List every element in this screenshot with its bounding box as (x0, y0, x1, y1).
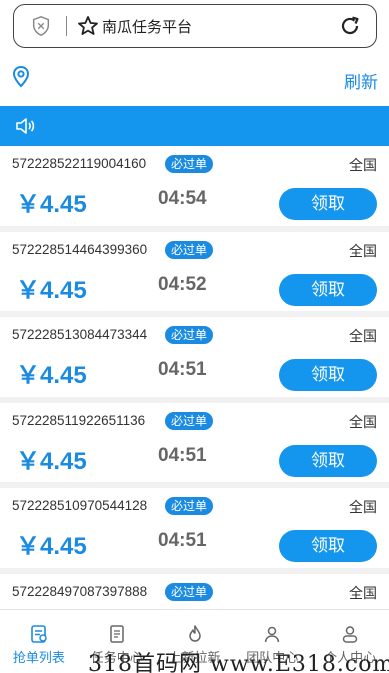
order-region: 全国 (349, 158, 377, 174)
site-watermark: 318首码网 www.E318.com (88, 652, 389, 673)
claim-button[interactable]: 领取 (279, 359, 377, 391)
announcement-bar[interactable] (0, 106, 389, 146)
address-separator (66, 16, 67, 36)
order-countdown: 04:51 (158, 530, 207, 551)
claim-button[interactable]: 领取 (279, 273, 377, 306)
order-list-icon (31, 625, 47, 643)
claim-button[interactable]: 领取 (279, 444, 377, 477)
must-pass-badge: 必过单 (165, 240, 214, 259)
user-icon (342, 626, 358, 643)
star-icon[interactable] (76, 14, 100, 38)
must-pass-badge: 必过单 (165, 497, 214, 515)
location-bar: 刷新 (0, 56, 389, 106)
order-region: 全国 (349, 585, 377, 602)
order-countdown: 04:52 (158, 273, 207, 295)
order-countdown: 04:51 (158, 359, 207, 380)
flame-icon (188, 625, 201, 642)
browser-toolbar: 南瓜任务平台 (0, 0, 389, 56)
location-pin-icon[interactable] (12, 66, 30, 88)
security-shield-icon[interactable] (30, 15, 52, 37)
order-list: 572228522119004160 必过单 全国 ￥4.45 04:54 领取… (0, 146, 389, 659)
order-price: ￥4.45 (16, 362, 87, 389)
order-id: 572228497087397888 (12, 583, 148, 599)
team-icon (265, 626, 280, 643)
order-price: ￥4.45 (16, 533, 87, 560)
must-pass-badge: 必过单 (165, 411, 214, 430)
claim-button[interactable]: 领取 (279, 530, 377, 562)
speaker-icon (16, 118, 35, 134)
app-page: 南瓜任务平台 刷新 572228522119004160 必过单 全国 ￥4.4… (0, 0, 389, 673)
order-countdown: 04:51 (158, 444, 207, 466)
order-card: 572228511922651136 必过单 全国 ￥4.45 04:51 领取 (0, 402, 389, 488)
order-region: 全国 (349, 500, 377, 516)
order-id: 572228511922651136 (12, 412, 146, 428)
order-countdown: 04:54 (158, 188, 207, 209)
address-bar[interactable]: 南瓜任务平台 (13, 4, 377, 48)
order-price: ￥4.45 (16, 191, 87, 218)
refresh-button[interactable]: 刷新 (344, 68, 378, 93)
order-card: 572228514464399360 必过单 全国 ￥4.45 04:52 领取 (0, 231, 389, 317)
order-card: 572228513084473344 必过单 全国 ￥4.45 04:51 领取 (0, 317, 389, 403)
order-region: 全国 (349, 243, 377, 260)
order-id: 572228514464399360 (12, 241, 148, 257)
nav-order-list[interactable]: 抢单列表 (0, 610, 78, 673)
reload-icon[interactable] (338, 14, 362, 38)
order-id: 572228510970544128 (12, 498, 148, 513)
must-pass-badge: 必过单 (165, 326, 214, 344)
order-price: ￥4.45 (16, 447, 87, 475)
order-id: 572228522119004160 (12, 156, 147, 171)
page-title[interactable]: 南瓜任务平台 (102, 16, 192, 37)
order-card: 572228510970544128 必过单 全国 ￥4.45 04:51 领取 (0, 488, 389, 574)
must-pass-badge: 必过单 (165, 155, 214, 173)
order-card: 572228522119004160 必过单 全国 ￥4.45 04:54 领取 (0, 146, 389, 232)
order-price: ￥4.45 (16, 276, 87, 304)
order-region: 全国 (349, 414, 377, 431)
nav-label: 抢单列表 (12, 651, 65, 666)
claim-button[interactable]: 领取 (279, 188, 377, 220)
order-region: 全国 (349, 329, 377, 345)
must-pass-badge: 必过单 (165, 582, 214, 601)
order-id: 572228513084473344 (12, 327, 148, 342)
task-doc-icon (110, 625, 124, 643)
